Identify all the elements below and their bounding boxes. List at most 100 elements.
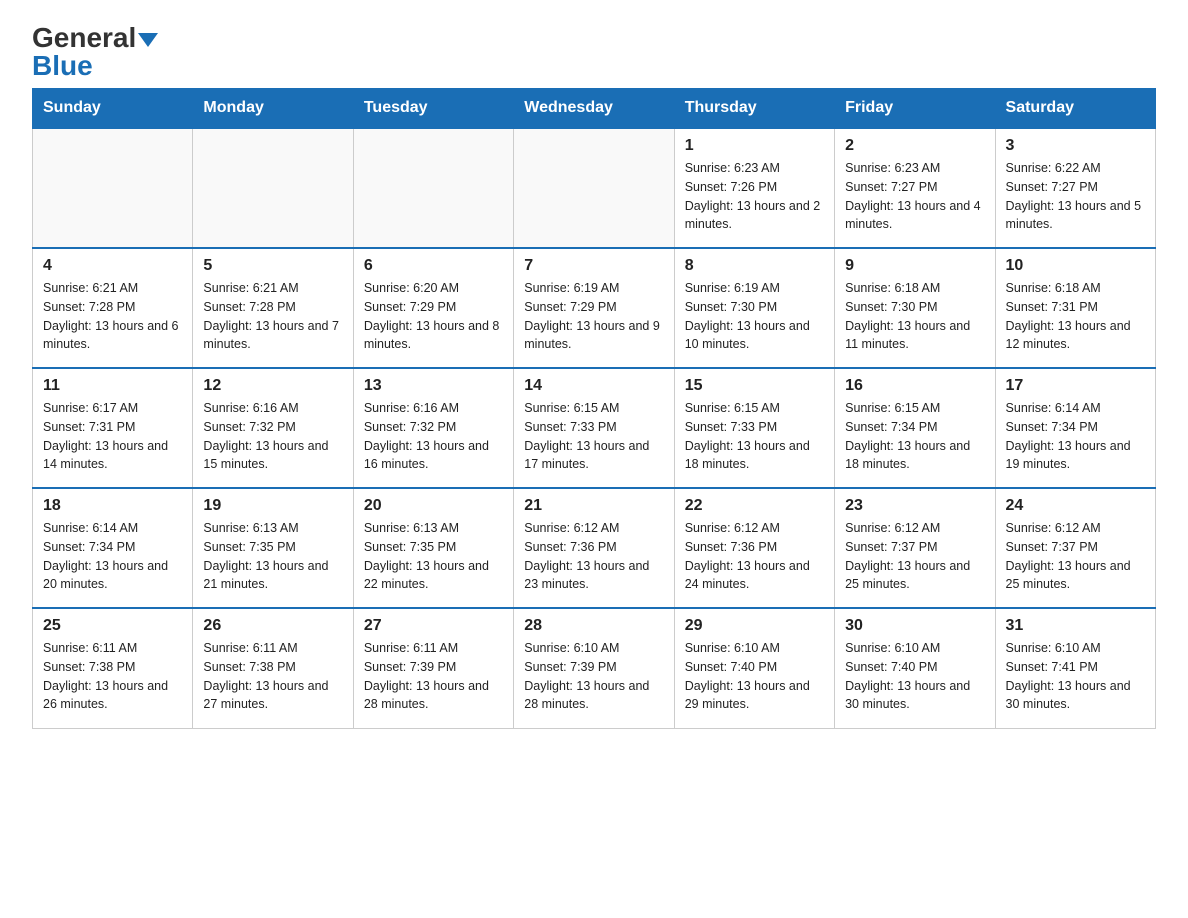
calendar-cell: 2 Sunrise: 6:23 AM Sunset: 7:27 PM Daylig…	[835, 128, 995, 248]
calendar-week-row: 4 Sunrise: 6:21 AM Sunset: 7:28 PM Daylig…	[33, 248, 1156, 368]
day-info: Sunrise: 6:15 AM Sunset: 7:33 PM Dayligh…	[685, 399, 824, 474]
day-info: Sunrise: 6:18 AM Sunset: 7:31 PM Dayligh…	[1006, 279, 1145, 354]
day-number: 29	[685, 617, 824, 635]
day-info: Sunrise: 6:23 AM Sunset: 7:26 PM Dayligh…	[685, 159, 824, 234]
calendar-cell: 5Sunrise: 6:21 AM Sunset: 7:28 PM Daylig…	[193, 248, 353, 368]
day-number: 26	[203, 617, 342, 635]
calendar-header-wednesday: Wednesday	[514, 89, 674, 129]
day-info: Sunrise: 6:18 AM Sunset: 7:30 PM Dayligh…	[845, 279, 984, 354]
day-number: 28	[524, 617, 663, 635]
calendar-week-row: 11 Sunrise: 6:17 AM Sunset: 7:31 PM Dayli…	[33, 368, 1156, 488]
calendar-cell: 17 Sunrise: 6:14 AM Sunset: 7:34 PM Dayli…	[995, 368, 1155, 488]
day-info: Sunrise: 6:12 AM Sunset: 7:36 PM Dayligh…	[524, 519, 663, 594]
calendar-cell: 25Sunrise: 6:11 AM Sunset: 7:38 PM Dayli…	[33, 608, 193, 728]
day-info: Sunrise: 6:17 AM Sunset: 7:31 PM Dayligh…	[43, 399, 182, 474]
calendar-week-row: 1 Sunrise: 6:23 AM Sunset: 7:26 PM Daylig…	[33, 128, 1156, 248]
calendar-header-sunday: Sunday	[33, 89, 193, 129]
logo-line2: Blue	[32, 52, 93, 80]
day-number: 23	[845, 497, 984, 515]
day-number: 13	[364, 377, 503, 395]
day-number: 30	[845, 617, 984, 635]
calendar-cell: 27 Sunrise: 6:11 AM Sunset: 7:39 PM Dayli…	[353, 608, 513, 728]
calendar-cell: 18 Sunrise: 6:14 AM Sunset: 7:34 PM Dayli…	[33, 488, 193, 608]
calendar-cell: 10 Sunrise: 6:18 AM Sunset: 7:31 PM Dayli…	[995, 248, 1155, 368]
day-number: 17	[1006, 377, 1145, 395]
logo: General Blue	[32, 24, 158, 80]
day-number: 8	[685, 257, 824, 275]
calendar-header-monday: Monday	[193, 89, 353, 129]
day-info: Sunrise: 6:11 AM Sunset: 7:38 PM Dayligh…	[203, 639, 342, 714]
calendar-header-thursday: Thursday	[674, 89, 834, 129]
day-number: 19	[203, 497, 342, 515]
calendar-table: SundayMondayTuesdayWednesdayThursdayFrid…	[32, 88, 1156, 729]
calendar-cell	[193, 128, 353, 248]
logo-triangle-icon	[138, 33, 158, 47]
day-number: 21	[524, 497, 663, 515]
calendar-cell	[353, 128, 513, 248]
calendar-cell: 4Sunrise: 6:21 AM Sunset: 7:28 PM Daylig…	[33, 248, 193, 368]
day-number: 11	[43, 377, 182, 395]
calendar-cell: 12 Sunrise: 6:16 AM Sunset: 7:32 PM Dayli…	[193, 368, 353, 488]
day-number: 14	[524, 377, 663, 395]
day-info: Sunrise: 6:23 AM Sunset: 7:27 PM Dayligh…	[845, 159, 984, 234]
day-number: 24	[1006, 497, 1145, 515]
day-info: Sunrise: 6:10 AM Sunset: 7:41 PM Dayligh…	[1006, 639, 1145, 714]
day-number: 4	[43, 257, 182, 275]
day-number: 20	[364, 497, 503, 515]
calendar-cell: 24 Sunrise: 6:12 AM Sunset: 7:37 PM Dayli…	[995, 488, 1155, 608]
day-info: Sunrise: 6:19 AM Sunset: 7:30 PM Dayligh…	[685, 279, 824, 354]
calendar-header-friday: Friday	[835, 89, 995, 129]
calendar-cell	[514, 128, 674, 248]
day-info: Sunrise: 6:14 AM Sunset: 7:34 PM Dayligh…	[1006, 399, 1145, 474]
day-info: Sunrise: 6:11 AM Sunset: 7:39 PM Dayligh…	[364, 639, 503, 714]
calendar-cell: 21 Sunrise: 6:12 AM Sunset: 7:36 PM Dayli…	[514, 488, 674, 608]
day-number: 1	[685, 137, 824, 155]
calendar-week-row: 25 Sunrise: 6:11 AM Sunset: 7:38 PM Dayli…	[33, 608, 1156, 728]
day-info: Sunrise: 6:10 AM Sunset: 7:40 PM Dayligh…	[685, 639, 824, 714]
calendar-cell: 13Sunrise: 6:16 AM Sunset: 7:32 PM Dayli…	[353, 368, 513, 488]
day-number: 31	[1006, 617, 1145, 635]
calendar-cell: 1 Sunrise: 6:23 AM Sunset: 7:26 PM Daylig…	[674, 128, 834, 248]
calendar-week-row: 18 Sunrise: 6:14 AM Sunset: 7:34 PM Dayli…	[33, 488, 1156, 608]
day-info: Sunrise: 6:12 AM Sunset: 7:37 PM Dayligh…	[1006, 519, 1145, 594]
calendar-cell: 20 Sunrise: 6:13 AM Sunset: 7:35 PM Dayli…	[353, 488, 513, 608]
calendar-cell: 9 Sunrise: 6:18 AM Sunset: 7:30 PM Daylig…	[835, 248, 995, 368]
day-info: Sunrise: 6:22 AM Sunset: 7:27 PM Dayligh…	[1006, 159, 1145, 234]
calendar-cell: 6 Sunrise: 6:20 AM Sunset: 7:29 PM Daylig…	[353, 248, 513, 368]
calendar-cell: 14Sunrise: 6:15 AM Sunset: 7:33 PM Dayli…	[514, 368, 674, 488]
calendar-cell: 7Sunrise: 6:19 AM Sunset: 7:29 PM Daylig…	[514, 248, 674, 368]
day-info: Sunrise: 6:13 AM Sunset: 7:35 PM Dayligh…	[364, 519, 503, 594]
day-info: Sunrise: 6:21 AM Sunset: 7:28 PM Dayligh…	[203, 279, 342, 354]
day-info: Sunrise: 6:10 AM Sunset: 7:40 PM Dayligh…	[845, 639, 984, 714]
day-number: 18	[43, 497, 182, 515]
calendar-header-tuesday: Tuesday	[353, 89, 513, 129]
day-number: 25	[43, 617, 182, 635]
day-info: Sunrise: 6:19 AM Sunset: 7:29 PM Dayligh…	[524, 279, 663, 354]
calendar-cell: 29 Sunrise: 6:10 AM Sunset: 7:40 PM Dayli…	[674, 608, 834, 728]
calendar-cell: 26 Sunrise: 6:11 AM Sunset: 7:38 PM Dayli…	[193, 608, 353, 728]
day-number: 9	[845, 257, 984, 275]
day-number: 22	[685, 497, 824, 515]
day-number: 6	[364, 257, 503, 275]
day-number: 12	[203, 377, 342, 395]
day-number: 16	[845, 377, 984, 395]
day-number: 2	[845, 137, 984, 155]
calendar-cell: 28Sunrise: 6:10 AM Sunset: 7:39 PM Dayli…	[514, 608, 674, 728]
day-number: 10	[1006, 257, 1145, 275]
day-number: 27	[364, 617, 503, 635]
day-number: 15	[685, 377, 824, 395]
day-info: Sunrise: 6:12 AM Sunset: 7:36 PM Dayligh…	[685, 519, 824, 594]
day-info: Sunrise: 6:15 AM Sunset: 7:34 PM Dayligh…	[845, 399, 984, 474]
day-info: Sunrise: 6:16 AM Sunset: 7:32 PM Dayligh…	[203, 399, 342, 474]
calendar-cell: 16 Sunrise: 6:15 AM Sunset: 7:34 PM Dayli…	[835, 368, 995, 488]
calendar-cell: 15 Sunrise: 6:15 AM Sunset: 7:33 PM Dayli…	[674, 368, 834, 488]
day-info: Sunrise: 6:14 AM Sunset: 7:34 PM Dayligh…	[43, 519, 182, 594]
page-header: General Blue	[32, 24, 1156, 80]
calendar-cell: 22 Sunrise: 6:12 AM Sunset: 7:36 PM Dayli…	[674, 488, 834, 608]
calendar-header-saturday: Saturday	[995, 89, 1155, 129]
calendar-cell: 30 Sunrise: 6:10 AM Sunset: 7:40 PM Dayli…	[835, 608, 995, 728]
calendar-cell: 23Sunrise: 6:12 AM Sunset: 7:37 PM Dayli…	[835, 488, 995, 608]
day-info: Sunrise: 6:20 AM Sunset: 7:29 PM Dayligh…	[364, 279, 503, 354]
calendar-cell	[33, 128, 193, 248]
day-info: Sunrise: 6:13 AM Sunset: 7:35 PM Dayligh…	[203, 519, 342, 594]
